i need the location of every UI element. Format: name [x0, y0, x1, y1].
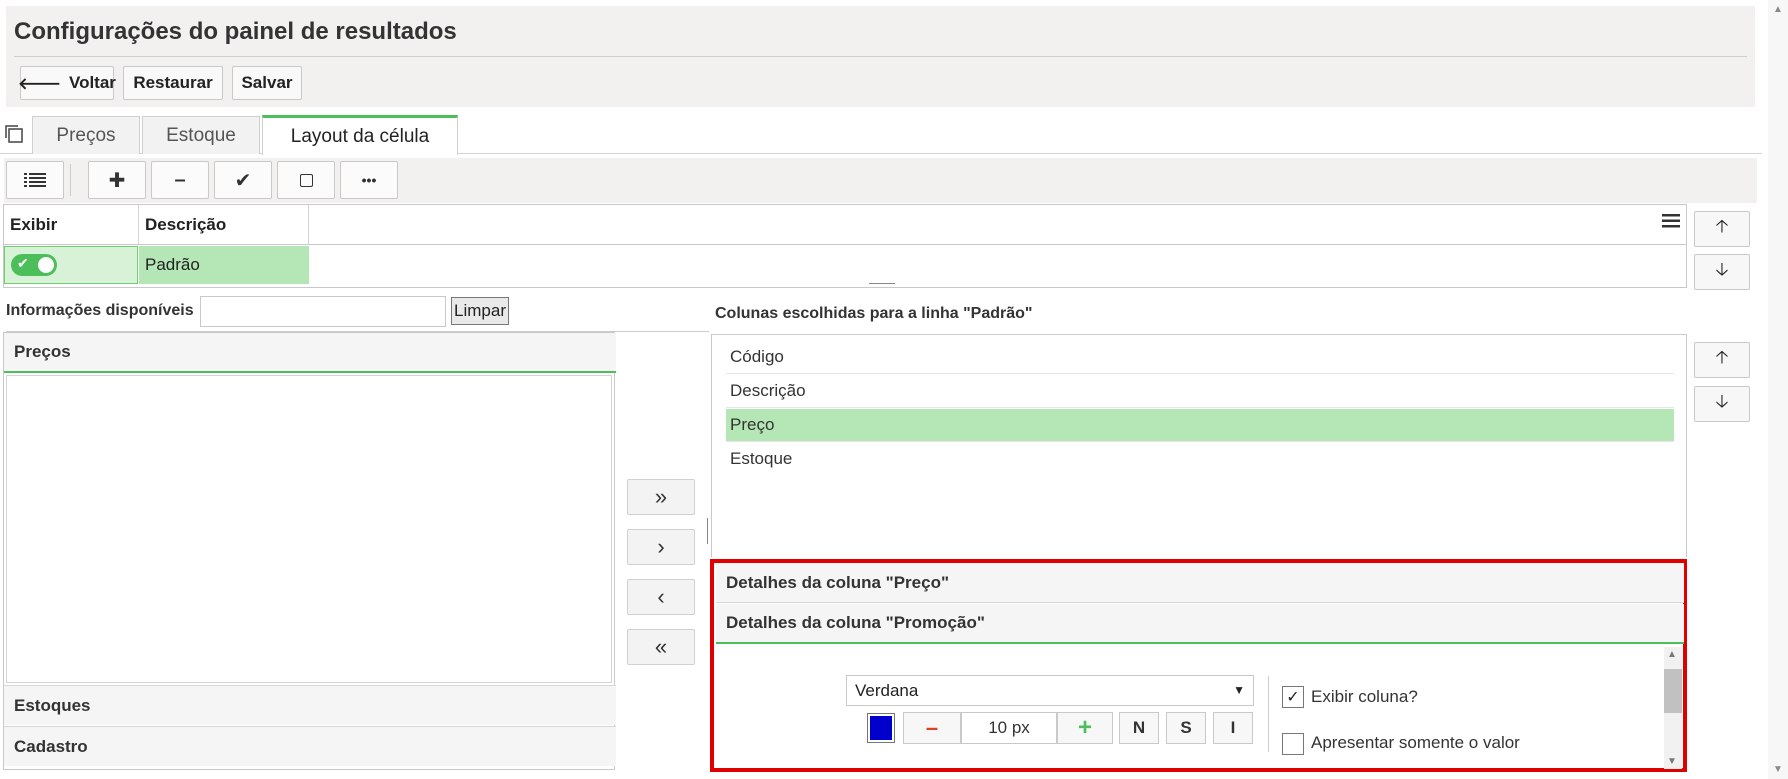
group-estoques[interactable]: Estoques [4, 685, 616, 725]
grid-menu-icon[interactable] [1662, 213, 1682, 233]
header-divider [14, 56, 1747, 57]
show-toggle[interactable]: ✔ [11, 254, 57, 276]
available-search-input[interactable] [200, 296, 446, 327]
grid-toolbar: ✚ – ✔ ••• [4, 158, 1757, 203]
show-value-only-label: Apresentar somente o valor [1311, 733, 1520, 752]
more-button[interactable]: ••• [340, 161, 398, 199]
add-button[interactable]: ✚ [88, 161, 146, 199]
double-chevron-left-icon: « [654, 634, 668, 659]
grid-move-down-button[interactable]: 🡣 [1694, 254, 1750, 290]
grid-header-descricao[interactable]: Descrição [139, 205, 309, 245]
show-column-checkbox[interactable]: ✓ [1282, 686, 1304, 708]
scroll-up-icon[interactable]: ▲ [1667, 649, 1677, 660]
grid-header-filler [309, 205, 1686, 245]
scrollbar-thumb[interactable] [1664, 669, 1682, 713]
move-left-button[interactable]: ‹ [627, 579, 695, 615]
check-icon: ✔ [234, 169, 252, 192]
list-icon [24, 173, 46, 187]
page-title: Configurações do painel de resultados [14, 18, 457, 45]
chosen-item-preco[interactable]: Preço [726, 409, 1674, 442]
group-cadastro[interactable]: Cadastro [4, 726, 616, 766]
chevron-right-icon: › [657, 534, 665, 559]
page-scroll-down-icon[interactable]: ▼ [1773, 764, 1783, 775]
layout-grid: Exibir Descrição ✔ Padrão [3, 204, 1687, 288]
font-size-value[interactable]: 10 px [961, 712, 1057, 744]
arrow-up-icon: 🡡 [1715, 216, 1729, 236]
toggle-knob [38, 257, 54, 273]
move-right-button[interactable]: › [627, 529, 695, 565]
page-scrollbar[interactable]: ▲ ▼ [1768, 0, 1788, 779]
arrow-down-icon: 🡣 [1715, 391, 1729, 411]
check-icon: ✔ [17, 255, 29, 271]
arrow-left-icon: 🡐 [18, 75, 61, 93]
chosen-item-codigo[interactable]: Código [726, 341, 1674, 374]
chosen-item-descricao[interactable]: Descrição [726, 375, 1674, 408]
tab-precos[interactable]: Preços [32, 116, 140, 154]
confirm-button[interactable]: ✔ [214, 161, 272, 199]
available-label: Informações disponíveis [6, 302, 194, 319]
chosen-move-down-button[interactable]: 🡣 [1694, 386, 1750, 422]
move-all-right-button[interactable]: » [627, 479, 695, 515]
check-icon: ✓ [1286, 689, 1300, 706]
save-button[interactable]: Salvar [232, 66, 302, 100]
page-scroll-up-icon[interactable]: ▲ [1773, 4, 1783, 15]
chosen-move-up-button[interactable]: 🡡 [1694, 342, 1750, 378]
show-column-label: Exibir coluna? [1311, 687, 1418, 706]
color-swatch [870, 716, 892, 740]
decrease-size-button[interactable]: – [903, 712, 961, 744]
details-promocao-header[interactable]: Detalhes da coluna "Promoção" [716, 604, 1684, 644]
chosen-label: Colunas escolhidas para a linha "Padrão" [715, 305, 1033, 322]
details-preco-header[interactable]: Detalhes da coluna "Preço" [716, 563, 1684, 603]
toolbar-separator [70, 164, 71, 196]
grid-cell-toggle[interactable]: ✔ [4, 246, 138, 284]
group-precos[interactable]: Preços [4, 333, 616, 373]
italic-button[interactable]: I [1213, 712, 1253, 744]
underline-button[interactable]: S [1166, 712, 1206, 744]
tab-estoque[interactable]: Estoque [142, 116, 260, 154]
splitter-handle[interactable] [707, 518, 708, 544]
bold-button[interactable]: N [1119, 712, 1159, 744]
remove-button[interactable]: – [151, 161, 209, 199]
clear-button[interactable]: Limpar [451, 297, 509, 325]
tab-layout-celula[interactable]: Layout da célula [262, 115, 458, 155]
ellipsis-icon: ••• [361, 172, 377, 188]
plus-icon: ✚ [108, 169, 126, 192]
grid-cell-descricao[interactable]: Padrão [139, 246, 309, 284]
minus-icon: – [174, 168, 186, 191]
double-chevron-right-icon: » [654, 484, 668, 509]
increase-size-button[interactable]: + [1057, 712, 1113, 744]
back-button[interactable]: 🡐 Voltar [18, 66, 116, 100]
grid-move-up-button[interactable]: 🡡 [1694, 211, 1750, 247]
chevron-left-icon: ‹ [657, 584, 665, 609]
list-view-button[interactable] [6, 161, 64, 199]
precos-list [6, 375, 612, 683]
show-value-only-checkbox[interactable] [1282, 733, 1304, 755]
scroll-down-icon[interactable]: ▼ [1667, 756, 1677, 767]
minus-icon: – [925, 715, 939, 740]
grid-header-exibir[interactable]: Exibir [4, 205, 139, 245]
square-icon [299, 173, 313, 187]
move-all-left-button[interactable]: « [627, 629, 695, 665]
details-separator [1268, 676, 1269, 752]
font-color-picker[interactable] [867, 713, 895, 743]
tab-bar: Preços Estoque Layout da célula [0, 114, 1762, 155]
arrow-down-icon: 🡣 [1715, 259, 1729, 279]
chosen-list: Código Descrição Preço Estoque [711, 335, 1687, 557]
chosen-item-estoque[interactable]: Estoque [726, 442, 1674, 475]
arrow-up-icon: 🡡 [1715, 347, 1729, 367]
available-panel: Preços Estoques Cadastro [3, 332, 616, 770]
plus-icon: + [1077, 714, 1092, 741]
details-scrollbar[interactable]: ▲ ▼ [1664, 647, 1682, 769]
square-button[interactable] [277, 161, 335, 199]
caret-down-icon: ▼ [1233, 683, 1245, 697]
page-header: Configurações do painel de resultados 🡐 … [6, 6, 1755, 107]
copy-icon[interactable] [4, 124, 24, 144]
resize-handle[interactable] [869, 283, 895, 284]
restore-button[interactable]: Restaurar [123, 66, 223, 100]
font-family-select[interactable]: Verdana ▼ [846, 675, 1254, 706]
